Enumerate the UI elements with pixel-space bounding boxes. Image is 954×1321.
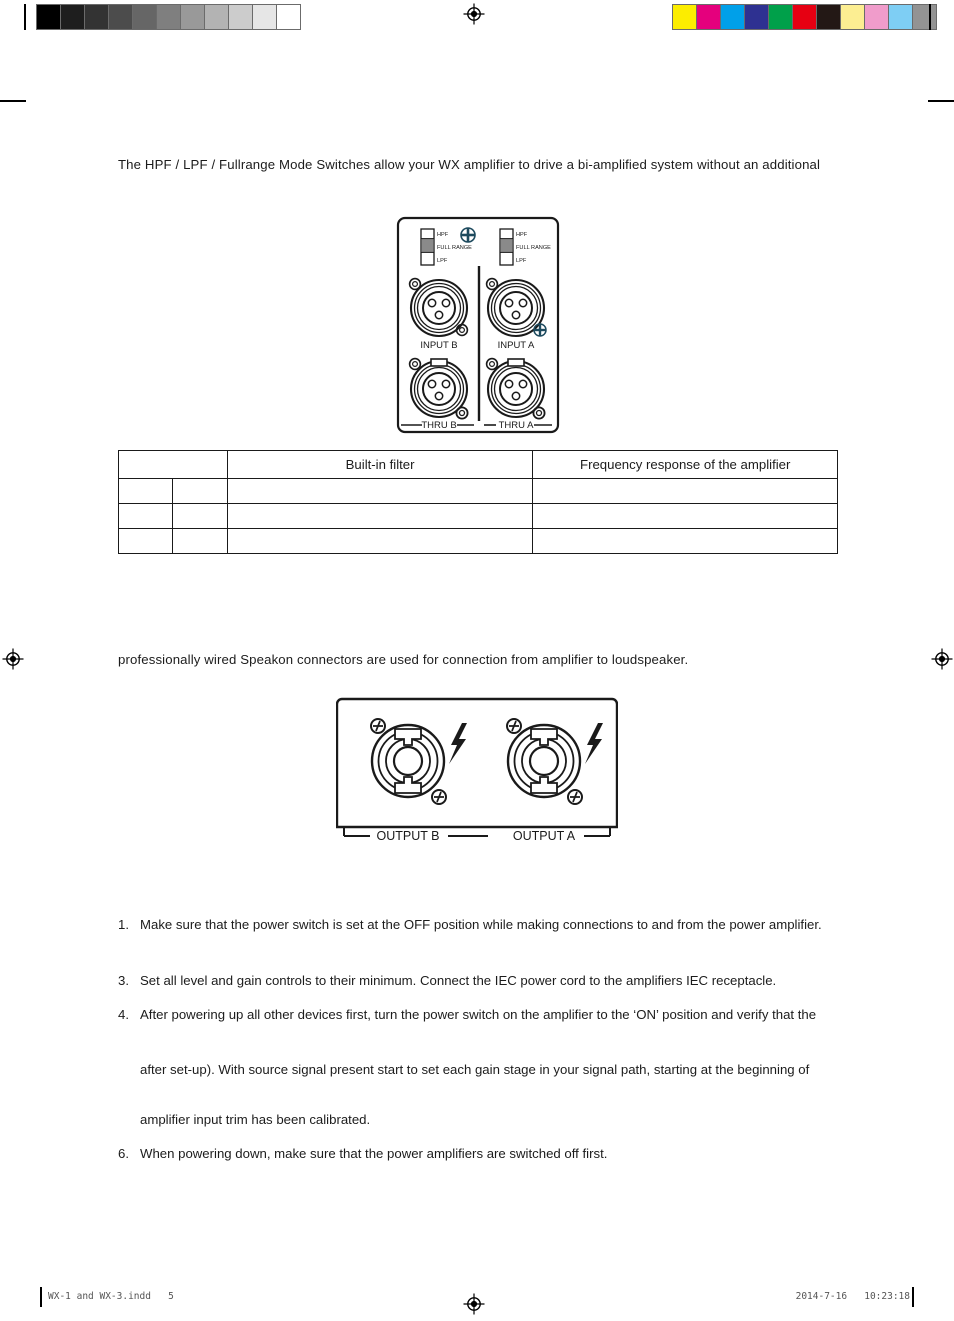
- step-text: After powering up all other devices firs…: [140, 1006, 817, 1022]
- table-cell: [117, 503, 174, 529]
- table-header-row: Built-in filter Frequency response of th…: [118, 450, 838, 479]
- gray-swatch-7: [204, 5, 228, 29]
- step-text: Set all level and gain controls to their…: [140, 972, 777, 988]
- output-connector-panel-diagram: OUTPUT B OUTPUT A: [336, 696, 618, 844]
- panel-screw-top-icon: [460, 227, 476, 243]
- output-a-label: OUTPUT A: [513, 829, 576, 843]
- step-number: 1.: [118, 917, 129, 932]
- filter-spec-table: Built-in filter Frequency response of th…: [117, 450, 838, 554]
- table-cell: [172, 478, 228, 504]
- svg-text:HPF: HPF: [516, 232, 528, 238]
- input-b-label: INPUT B: [420, 340, 457, 351]
- color-swatch-0: [673, 5, 696, 29]
- step-number: 6.: [118, 1145, 129, 1161]
- registration-mark-right: [931, 648, 953, 670]
- intro-paragraph: The HPF / LPF / Fullrange Mode Switches …: [118, 157, 821, 172]
- color-swatch-7: [840, 5, 864, 29]
- page-footer: WX-1 and WX-3.indd 5 2014-7-16 10:23:18: [0, 1287, 954, 1309]
- table-cell: [172, 503, 228, 529]
- gray-swatch-1: [60, 5, 84, 29]
- table-cell: [172, 528, 228, 554]
- step-text: after set-up). With source signal presen…: [140, 1062, 810, 1078]
- list-item: 4. After powering up all other devices f…: [118, 1005, 842, 1025]
- svg-text:HPF: HPF: [437, 232, 449, 238]
- table-cell: [532, 528, 838, 554]
- step-text: Make sure that the power switch is set a…: [140, 917, 822, 932]
- registration-mark-left: [2, 648, 24, 670]
- color-swatch-6: [816, 5, 840, 29]
- table-header-builtin-filter: Built-in filter: [226, 450, 534, 479]
- input-a-label: INPUT A: [498, 340, 535, 351]
- setup-steps-list: 1. Make sure that the power switch is se…: [118, 915, 842, 1178]
- table-cell: [532, 478, 838, 504]
- strip-left-rule: [24, 4, 26, 30]
- footer-filename: WX-1 and WX-3.indd 5: [48, 1291, 174, 1302]
- gray-swatch-6: [180, 5, 204, 29]
- table-cell: [226, 528, 534, 554]
- list-item: 1. Make sure that the power switch is se…: [118, 915, 842, 935]
- color-swatch-3: [744, 5, 768, 29]
- list-item: 3. Set all level and gain controls to th…: [118, 971, 842, 991]
- list-item-continuation: amplifier input trim has been calibrated…: [140, 1110, 842, 1130]
- svg-text:FULL RANGE: FULL RANGE: [437, 245, 472, 251]
- speakon-paragraph: professionally wired Speakon connectors …: [118, 652, 689, 667]
- table-header-frequency-response: Frequency response of the amplifier: [532, 450, 838, 479]
- table-cell: [532, 503, 838, 529]
- table-cell: [117, 478, 174, 504]
- footer-left-rule: [40, 1287, 42, 1307]
- color-calibration-bar: [672, 4, 937, 30]
- gray-swatch-10: [276, 5, 300, 29]
- gray-swatch-8: [228, 5, 252, 29]
- registration-mark-top: [463, 3, 485, 25]
- gray-swatch-3: [108, 5, 132, 29]
- panel-screw-right-icon: [533, 323, 547, 337]
- table-cell: [117, 528, 174, 554]
- color-swatch-2: [720, 5, 744, 29]
- color-swatch-8: [864, 5, 888, 29]
- strip-right-rule: [929, 4, 931, 30]
- gray-swatch-9: [252, 5, 276, 29]
- svg-text:FULL RANGE: FULL RANGE: [516, 245, 551, 251]
- input-connector-panel-diagram: HPF FULL RANGE LPF HPF FULL RANGE LPF IN…: [396, 216, 560, 434]
- color-swatch-10: [912, 5, 936, 29]
- gray-swatch-4: [132, 5, 156, 29]
- svg-text:LPF: LPF: [516, 258, 527, 264]
- table-row: [117, 478, 838, 504]
- step-number: 3.: [118, 972, 129, 988]
- table-header-blank: [118, 450, 228, 479]
- gray-swatch-0: [37, 5, 60, 29]
- color-swatch-1: [696, 5, 720, 29]
- crop-mark-top-right: [928, 100, 954, 102]
- thru-a-label: THRU A: [499, 420, 535, 431]
- step-number: 4.: [118, 1006, 129, 1022]
- gray-swatch-5: [156, 5, 180, 29]
- step-text: When powering down, make sure that the p…: [140, 1145, 608, 1161]
- thru-b-label: THRU B: [421, 420, 456, 431]
- gray-swatch-2: [84, 5, 108, 29]
- color-swatch-4: [768, 5, 792, 29]
- crop-mark-top-left: [0, 100, 26, 102]
- footer-right-rule: [912, 1287, 914, 1307]
- table-cell: [226, 503, 534, 529]
- step-text: amplifier input trim has been calibrated…: [140, 1112, 371, 1128]
- list-item-continuation: after set-up). With source signal presen…: [140, 1060, 842, 1080]
- list-item: 6. When powering down, make sure that th…: [118, 1144, 842, 1164]
- svg-text:LPF: LPF: [437, 258, 448, 264]
- table-row: [117, 503, 838, 529]
- table-cell: [226, 478, 534, 504]
- output-b-label: OUTPUT B: [377, 829, 440, 843]
- color-swatch-9: [888, 5, 912, 29]
- footer-timestamp: 2014-7-16 10:23:18: [795, 1291, 910, 1302]
- grayscale-calibration-bar: [36, 4, 301, 30]
- color-swatch-5: [792, 5, 816, 29]
- table-row: [117, 528, 838, 554]
